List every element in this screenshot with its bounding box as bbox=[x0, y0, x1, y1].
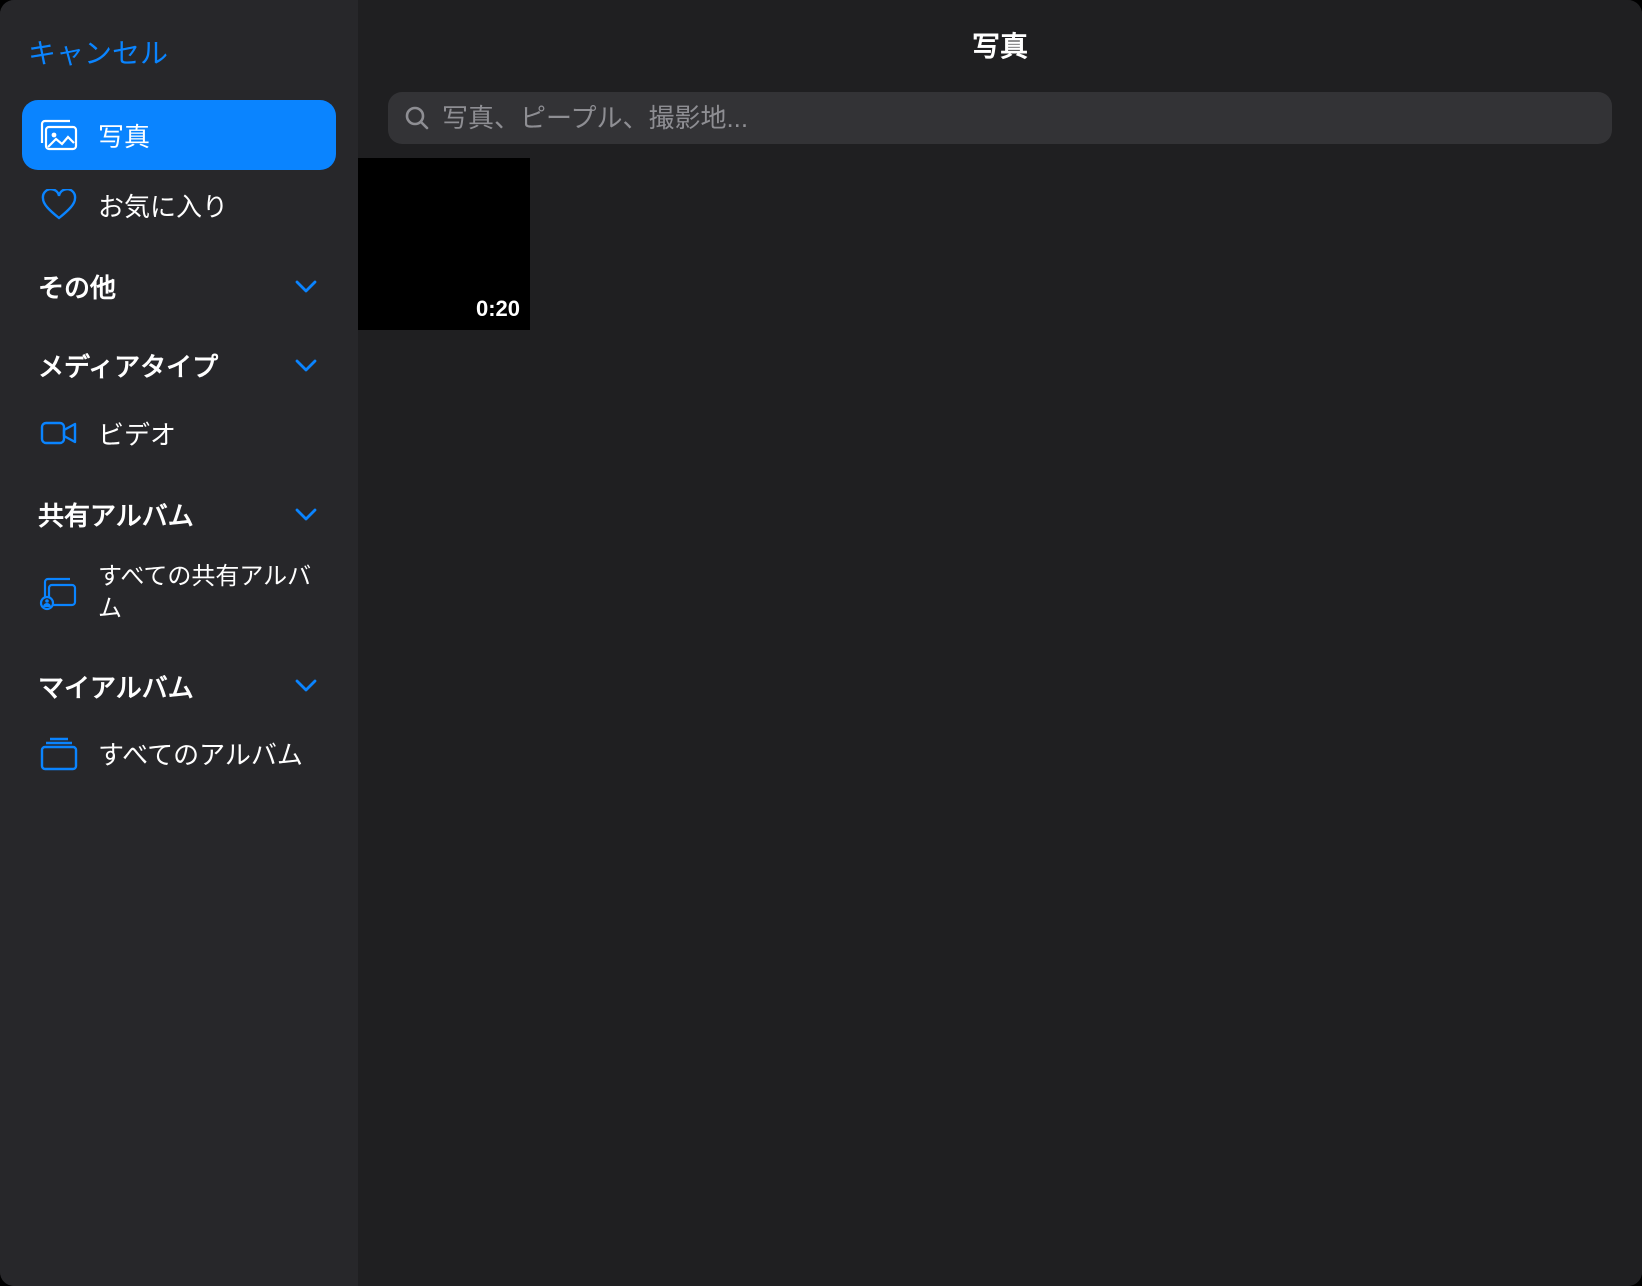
sidebar-item-all-albums[interactable]: すべてのアルバム bbox=[22, 719, 336, 789]
video-icon bbox=[38, 412, 80, 454]
section-my-albums[interactable]: マイアルバム bbox=[22, 640, 336, 719]
page-title: 写真 bbox=[972, 25, 1028, 65]
video-duration: 0:20 bbox=[476, 296, 520, 322]
search-input[interactable] bbox=[442, 103, 1596, 134]
section-title: マイアルバム bbox=[38, 668, 194, 705]
sidebar-item-label: すべての共有アルバム bbox=[98, 561, 320, 626]
search-field[interactable] bbox=[388, 92, 1612, 144]
chevron-down-icon bbox=[292, 501, 320, 529]
video-thumbnail[interactable]: 0:20 bbox=[358, 158, 530, 330]
photos-icon bbox=[38, 114, 80, 156]
section-other[interactable]: その他 bbox=[22, 240, 336, 319]
sidebar-item-label: すべてのアルバム bbox=[98, 735, 303, 772]
sidebar-item-label: ビデオ bbox=[98, 415, 176, 452]
photo-grid: 0:20 bbox=[358, 158, 1642, 330]
sidebar-item-videos[interactable]: ビデオ bbox=[22, 398, 336, 468]
sidebar-item-photos[interactable]: 写真 bbox=[22, 100, 336, 170]
sidebar-item-all-shared[interactable]: すべての共有アルバム bbox=[22, 547, 336, 640]
photo-picker-window: キャンセル 写真 bbox=[0, 0, 1642, 1286]
main-content: 写真 0:20 bbox=[358, 0, 1642, 1286]
main-header: 写真 bbox=[358, 0, 1642, 76]
sidebar: キャンセル 写真 bbox=[0, 0, 358, 1286]
search-icon bbox=[404, 105, 430, 131]
cancel-button[interactable]: キャンセル bbox=[0, 18, 358, 100]
search-wrap bbox=[358, 76, 1642, 158]
section-title: 共有アルバム bbox=[38, 496, 194, 533]
chevron-down-icon bbox=[292, 672, 320, 700]
sidebar-item-label: 写真 bbox=[98, 117, 150, 154]
heart-icon bbox=[38, 184, 80, 226]
section-shared-albums[interactable]: 共有アルバム bbox=[22, 468, 336, 547]
chevron-down-icon bbox=[292, 273, 320, 301]
section-title: その他 bbox=[38, 268, 116, 305]
sidebar-item-favorites[interactable]: お気に入り bbox=[22, 170, 336, 240]
sidebar-item-label: お気に入り bbox=[98, 187, 228, 224]
chevron-down-icon bbox=[292, 352, 320, 380]
section-title: メディアタイプ bbox=[38, 347, 218, 384]
shared-album-icon bbox=[38, 572, 80, 614]
albums-icon bbox=[38, 733, 80, 775]
sidebar-list: 写真 お気に入り その他 bbox=[0, 100, 358, 789]
section-media-types[interactable]: メディアタイプ bbox=[22, 319, 336, 398]
